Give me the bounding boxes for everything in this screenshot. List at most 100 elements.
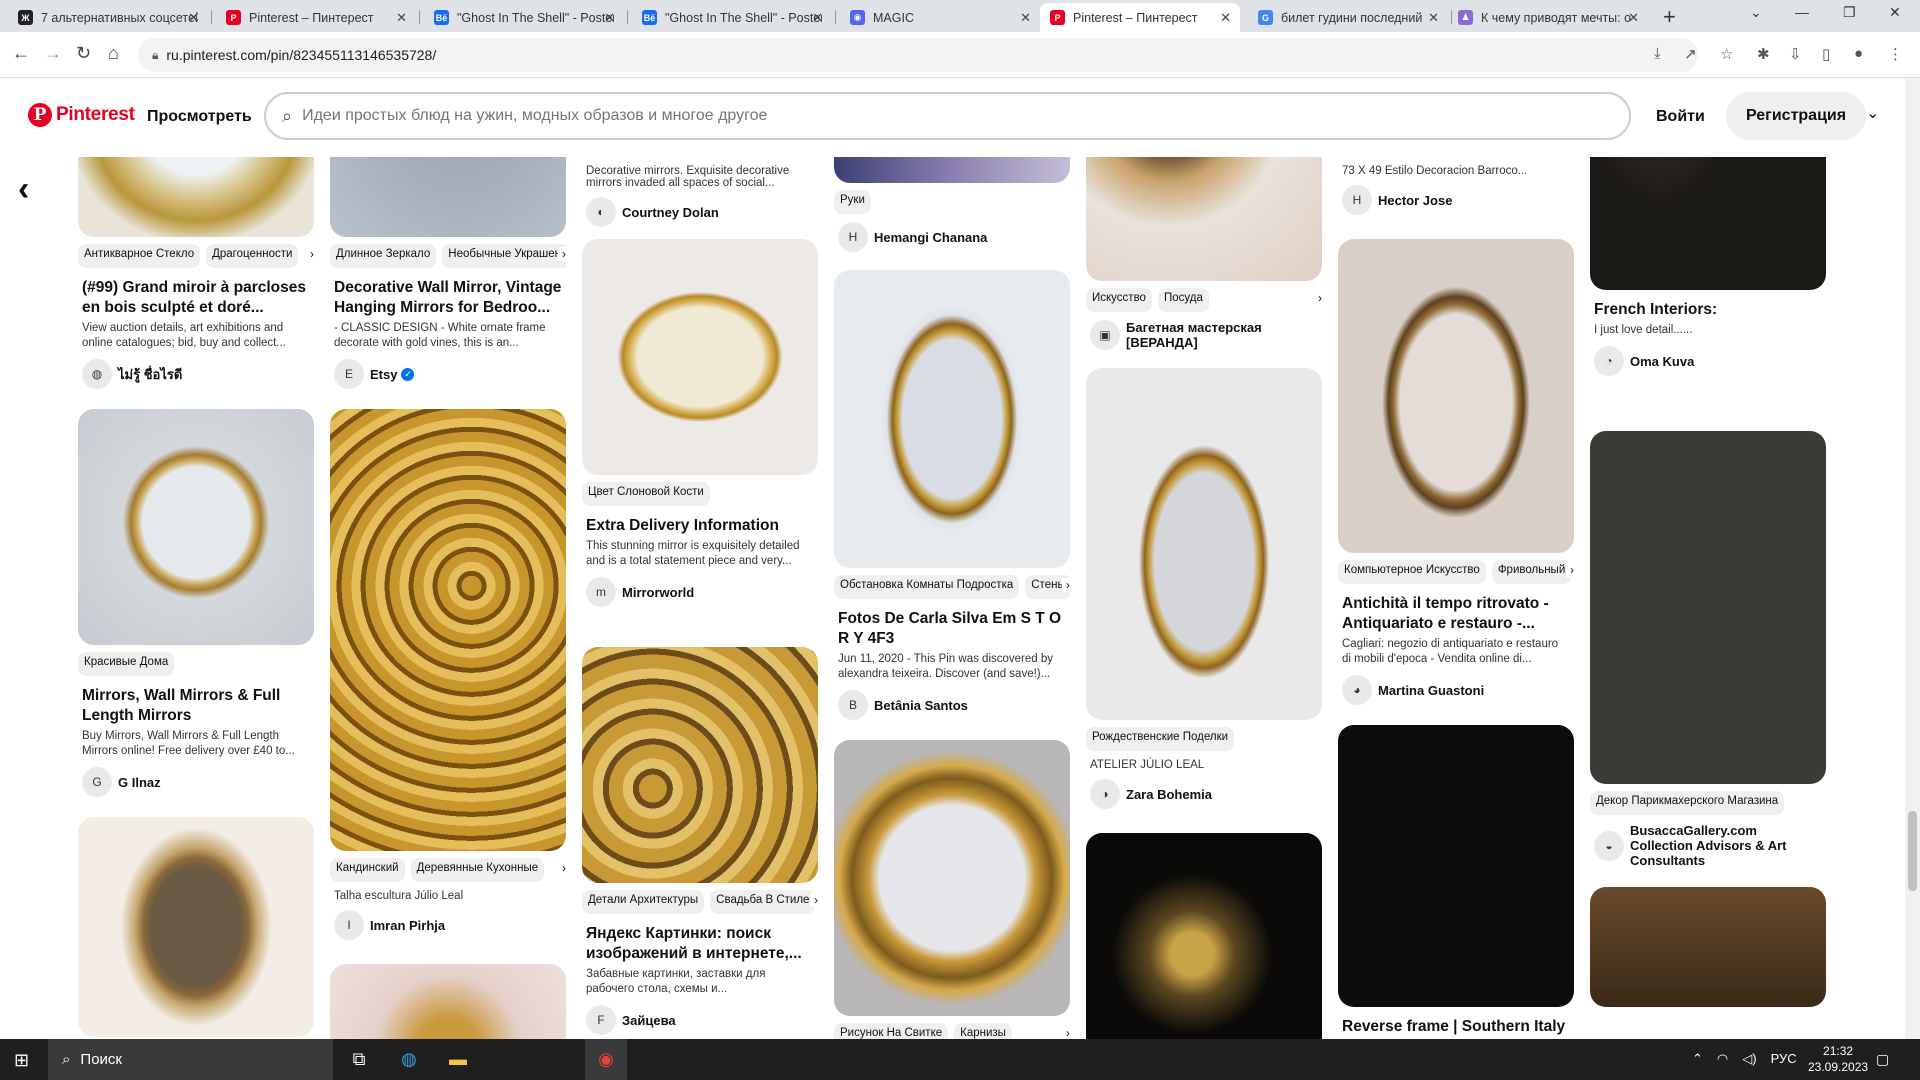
pin-card[interactable]: Антикварное Стекло Драгоценности › (#99) Gr…: [78, 157, 314, 389]
wifi-icon[interactable]: ◠: [1717, 1051, 1728, 1067]
tag-chip[interactable]: Антикварное Стекло: [78, 244, 201, 268]
pin-image[interactable]: [1086, 833, 1322, 1039]
tag-chip[interactable]: Свадьба В Стиле: [710, 890, 816, 914]
language-indicator[interactable]: РУС: [1771, 1051, 1797, 1067]
login-button[interactable]: Войти: [1656, 108, 1705, 126]
avatar[interactable]: ▣: [1090, 320, 1120, 350]
pin-card[interactable]: Руки H Hemangi Chanana: [834, 157, 1070, 252]
pin-card[interactable]: Цвет Слоновой Кости Extra Delivery Inform…: [582, 239, 818, 607]
avatar[interactable]: ◕: [1342, 675, 1372, 705]
tag-chip[interactable]: Фривольный: [1491, 560, 1572, 584]
pin-card[interactable]: [1086, 833, 1322, 1039]
pin-title[interactable]: Fotos De Carla Silva Em S T O R Y 4F3: [838, 609, 1066, 649]
pin-card[interactable]: [330, 964, 566, 1039]
tab-4[interactable]: Bē "Ghost In The Shell" - Poster ✕: [632, 3, 832, 32]
pin-title[interactable]: (#99) Grand miroir à parcloses en bois s…: [82, 278, 310, 318]
sidepanel-icon[interactable]: ▯: [1822, 45, 1830, 63]
pin-title[interactable]: Яндекс Картинки: поиск изображений в инт…: [586, 924, 814, 964]
tags-next-icon[interactable]: ›: [1062, 578, 1070, 592]
tag-chip[interactable]: Рисунок На Свитке: [834, 1023, 949, 1039]
profile-icon[interactable]: ●: [1854, 45, 1863, 62]
tag-chip[interactable]: Карнизы: [954, 1023, 1012, 1039]
tag-chip[interactable]: Детали Архитектуры: [582, 890, 705, 914]
pin-author[interactable]: B Betânia Santos: [838, 690, 1066, 720]
author-name[interactable]: G Ilnaz: [118, 775, 161, 790]
minimize-button[interactable]: —: [1795, 4, 1809, 20]
tag-chip[interactable]: Деревянные Кухонные: [410, 858, 545, 882]
tray-chevron-icon[interactable]: ⌃: [1692, 1051, 1703, 1067]
pin-title[interactable]: French Interiors:: [1594, 300, 1822, 320]
avatar[interactable]: ◍: [82, 359, 112, 389]
avatar[interactable]: I: [334, 910, 364, 940]
tab-3[interactable]: Bē "Ghost In The Shell" - Poster ✕: [424, 3, 624, 32]
pin-card[interactable]: Красивые Дома Mirrors, Wall Mirrors & Ful…: [78, 409, 314, 797]
tab-search-icon[interactable]: ⌄: [1750, 4, 1762, 21]
pin-author[interactable]: ◍ ไม่รู้ ชื่อไรดี: [82, 359, 310, 389]
pin-card[interactable]: Обстановка Комнаты Подростка Стены › Fotos …: [834, 270, 1070, 720]
scroll-thumb[interactable]: [1908, 811, 1917, 891]
avatar[interactable]: m: [586, 577, 616, 607]
tab-close-icon[interactable]: ✕: [396, 10, 407, 26]
pin-author[interactable]: I Imran Pirhja: [334, 910, 562, 940]
tags-next-icon[interactable]: ›: [1314, 291, 1322, 305]
pin-card[interactable]: French Interiors: I just love detail.....…: [1590, 157, 1826, 376]
avatar[interactable]: H: [838, 222, 868, 252]
tag-chip[interactable]: Рождественские Поделки: [1086, 727, 1235, 751]
tab-7[interactable]: Gбилет гудини последний ✕: [1248, 3, 1448, 32]
pin-image[interactable]: [834, 740, 1070, 1016]
tab-6[interactable]: P Pinterest – Пинтерест ✕: [1040, 3, 1240, 32]
scrollbar[interactable]: [1905, 78, 1920, 1039]
tab-2[interactable]: P Pinterest – Пинтерест ✕: [216, 3, 416, 32]
pin-author[interactable]: m Mirrorworld: [586, 577, 814, 607]
pin-author[interactable]: F Зайцева: [586, 1005, 814, 1035]
pin-card[interactable]: Искусство Посуда › ▣ Багетная мастерская [ВЕ…: [1086, 157, 1322, 350]
pin-image[interactable]: [834, 270, 1070, 568]
pin-image[interactable]: [1086, 157, 1322, 281]
pin-image[interactable]: [1338, 725, 1574, 1007]
pin-author[interactable]: ▣ Багетная мастерская [ВЕРАНДА]: [1090, 320, 1318, 350]
author-name[interactable]: BusaccaGallery.com Collection Advisors &…: [1630, 823, 1822, 868]
avatar[interactable]: G: [82, 767, 112, 797]
avatar[interactable]: E: [334, 359, 364, 389]
menu-dots-icon[interactable]: ⋮: [1888, 45, 1903, 63]
clock[interactable]: 21:32 23.09.2023: [1808, 1043, 1868, 1075]
pin-title[interactable]: Extra Delivery Information: [586, 516, 814, 536]
notifications-icon[interactable]: ▢: [1876, 1051, 1889, 1068]
chevron-down-icon[interactable]: ⌄: [1866, 103, 1879, 123]
pin-image[interactable]: [1086, 368, 1322, 720]
forward-icon[interactable]: →: [44, 43, 62, 64]
task-view-icon[interactable]: ⧉: [338, 1039, 380, 1080]
avatar[interactable]: ◔: [1594, 346, 1624, 376]
bookmark-star-icon[interactable]: ☆: [1720, 45, 1733, 63]
pin-card[interactable]: Рисунок На Свитке Карнизы ›: [834, 740, 1070, 1039]
share-icon[interactable]: ↗: [1684, 45, 1697, 63]
pin-card[interactable]: [78, 817, 314, 1037]
search-bar[interactable]: ⌕: [264, 92, 1631, 140]
pin-card[interactable]: Кандинский Деревянные Кухонные › Talha escu…: [330, 409, 566, 940]
pin-image[interactable]: [1590, 157, 1826, 290]
edge-icon[interactable]: ◍: [388, 1039, 430, 1080]
author-name[interactable]: Betânia Santos: [874, 698, 968, 713]
author-name[interactable]: Oma Kuva: [1630, 354, 1694, 369]
home-icon[interactable]: ⌂: [108, 43, 119, 64]
avatar[interactable]: F: [586, 1005, 616, 1035]
address-bar[interactable]: 🔒︎ ru.pinterest.com/pin/8234551131465357…: [138, 38, 1698, 72]
tag-chip[interactable]: Искусство: [1086, 288, 1152, 312]
avatar[interactable]: ◒: [1594, 830, 1624, 861]
author-name[interactable]: Etsy: [370, 367, 397, 382]
avatar[interactable]: H: [1342, 185, 1372, 215]
taskbar-search[interactable]: ⌕ Поиск: [48, 1039, 333, 1080]
tag-chip[interactable]: Декор Парикмахерского Магазина: [1590, 791, 1785, 815]
pin-card[interactable]: Decorative mirrors. Exquisite decorative…: [582, 157, 818, 227]
pin-title[interactable]: Antichità il tempo ritrovato - Antiquari…: [1342, 594, 1570, 634]
author-name[interactable]: Imran Pirhja: [370, 918, 445, 933]
pin-title[interactable]: Reverse frame | Southern Italy | The Met…: [1342, 1017, 1570, 1039]
pin-image[interactable]: [582, 647, 818, 883]
back-icon[interactable]: ←: [12, 43, 30, 64]
tag-chip[interactable]: Необычные Украшения: [442, 244, 566, 268]
tags-next-icon[interactable]: ›: [558, 247, 566, 261]
pin-author[interactable]: E Etsy ✓: [334, 359, 562, 389]
pin-card[interactable]: Длинное Зеркало Необычные Украшения › Decor…: [330, 157, 566, 389]
tag-chip[interactable]: Цвет Слоновой Кости: [582, 482, 710, 506]
pin-card[interactable]: Компьютерное Искусство Фривольный › Antichi…: [1338, 239, 1574, 705]
